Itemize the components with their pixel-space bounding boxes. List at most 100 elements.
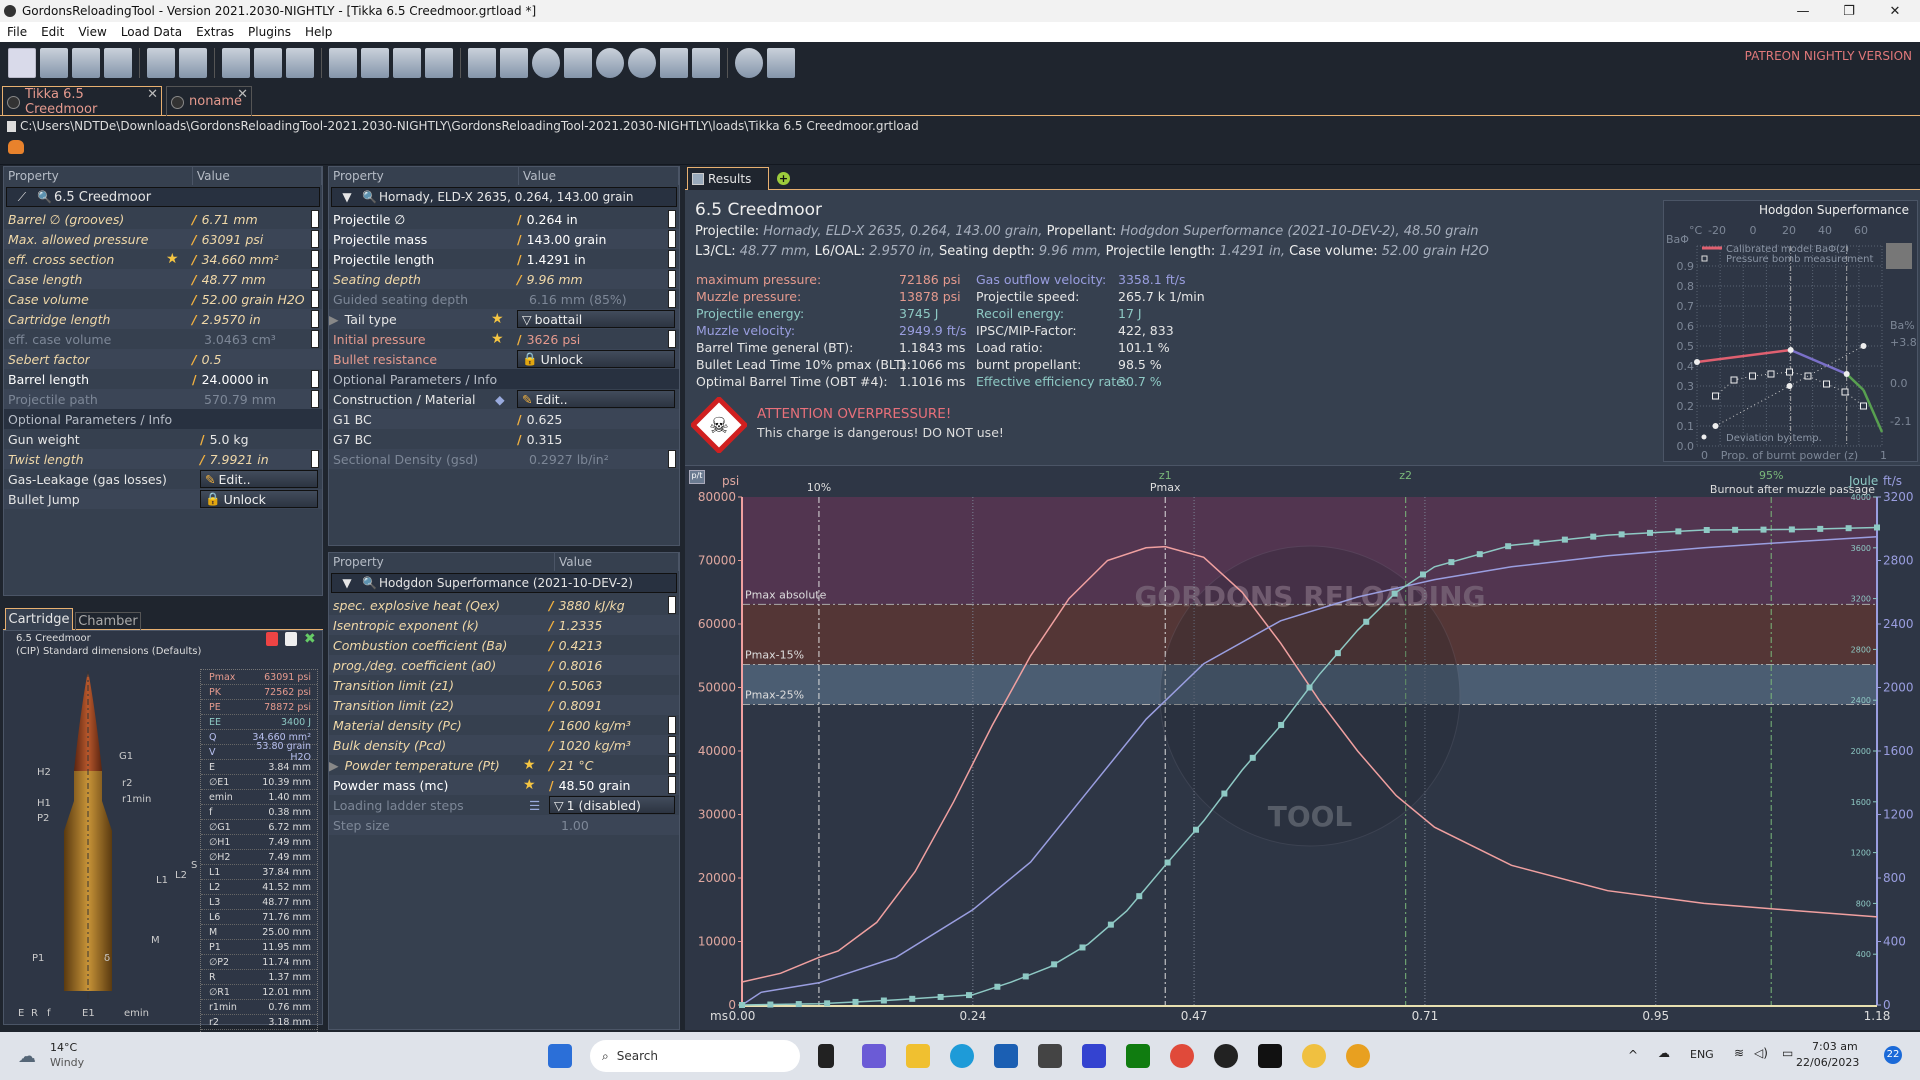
value-cell[interactable]: / 0.5063 xyxy=(549,678,602,693)
value-cell[interactable]: / 63091 psi xyxy=(192,232,263,247)
taskbar-search[interactable]: ⌕ Search xyxy=(590,1040,800,1072)
property-value[interactable]: 0.8091 xyxy=(559,698,603,713)
powder-icon[interactable] xyxy=(425,48,453,78)
unit-ruler-icon[interactable] xyxy=(311,270,319,288)
unit-ruler-icon[interactable] xyxy=(311,310,319,328)
star-icon[interactable]: ★ xyxy=(491,331,504,347)
property-value[interactable]: 34.660 mm² xyxy=(202,252,279,267)
property-value[interactable]: 63091 psi xyxy=(202,232,264,247)
property-value[interactable]: 2.9570 in xyxy=(202,312,261,327)
unlock-button[interactable]: 🔒 Unlock xyxy=(200,490,318,508)
star-icon[interactable]: ★ xyxy=(523,757,536,773)
unlock-button[interactable]: 🔒 Unlock xyxy=(517,350,675,368)
property-value[interactable]: 1.4291 in xyxy=(527,252,586,267)
property-row[interactable]: eff. case volume 3.0463 cm³ xyxy=(4,329,322,349)
property-value[interactable]: 21 °C xyxy=(559,758,594,773)
barrel-icon[interactable] xyxy=(532,48,560,78)
value-cell[interactable]: / 1.2335 xyxy=(549,618,602,633)
value-cell[interactable]: / 0.8016 xyxy=(549,658,602,673)
property-row[interactable]: Transition limit (z2) / 0.8091 xyxy=(329,695,679,715)
property-row[interactable]: Projectile mass / 143.00 grain xyxy=(329,229,679,249)
property-value[interactable]: 5.0 kg xyxy=(210,432,249,447)
target-icon[interactable] xyxy=(596,48,624,78)
teams-icon[interactable] xyxy=(862,1044,886,1068)
property-value[interactable]: 570.79 mm xyxy=(204,392,276,407)
property-row[interactable]: Projectile length / 1.4291 in xyxy=(329,249,679,269)
property-value[interactable]: 3626 psi xyxy=(527,332,581,347)
unit-ruler-icon[interactable] xyxy=(668,756,676,774)
report-icon[interactable] xyxy=(286,48,314,78)
property-value[interactable]: 0.5 xyxy=(202,352,222,367)
value-cell[interactable]: 0.2927 lb/in² xyxy=(517,452,609,467)
property-value[interactable]: 0.8016 xyxy=(559,658,603,673)
property-row[interactable]: Barrel length / 24.0000 in xyxy=(4,369,322,389)
property-row[interactable]: prog./deg. coefficient (a0) / 0.8016 xyxy=(329,655,679,675)
pdf-icon[interactable] xyxy=(266,632,278,646)
tab-noname[interactable]: noname ✕ xyxy=(166,86,252,116)
unit-ruler-icon[interactable] xyxy=(668,776,676,794)
property-value[interactable]: 0.264 in xyxy=(527,212,578,227)
unit-ruler-icon[interactable] xyxy=(668,330,676,348)
document-icon[interactable] xyxy=(285,632,297,646)
property-row[interactable]: Bulk density (Pcd) / 1020 kg/m³ xyxy=(329,735,679,755)
unit-ruler-icon[interactable] xyxy=(311,330,319,348)
value-cell[interactable]: / 5.0 kg xyxy=(200,432,249,447)
rifle-icon[interactable] xyxy=(329,48,357,78)
property-value[interactable]: 6.16 mm (85%) xyxy=(529,292,627,307)
settings-icon[interactable] xyxy=(735,48,763,78)
star-icon[interactable]: ★ xyxy=(166,251,179,267)
battery-icon[interactable]: ▭ xyxy=(1782,1046,1793,1060)
property-value[interactable]: 7.9921 in xyxy=(210,452,269,467)
property-value[interactable]: 3.0463 cm³ xyxy=(204,332,276,347)
property-row[interactable]: Initial pressure ★ / 3626 psi xyxy=(329,329,679,349)
unit-ruler-icon[interactable] xyxy=(311,390,319,408)
value-cell[interactable]: 570.79 mm xyxy=(192,392,276,407)
property-row[interactable]: Isentropic exponent (k) / 1.2335 xyxy=(329,615,679,635)
volume-icon[interactable]: ◁) xyxy=(1754,1046,1768,1060)
property-row[interactable]: Seating depth / 9.96 mm xyxy=(329,269,679,289)
close-tab-icon[interactable]: ✕ xyxy=(237,87,248,102)
case-icon[interactable] xyxy=(393,48,421,78)
value-cell[interactable]: / 48.50 grain xyxy=(549,778,630,793)
menu-extras[interactable]: Extras xyxy=(189,25,241,39)
powder-selector[interactable]: ▼ 🔍 Hodgdon Superformance (2021-10-DEV-2… xyxy=(331,573,677,593)
value-cell[interactable]: / 0.4213 xyxy=(549,638,602,653)
save-icon[interactable] xyxy=(147,48,175,78)
ladder-icon[interactable] xyxy=(660,48,688,78)
property-row[interactable]: ▶ Powder temperature (Pt) ★ / 21 °C xyxy=(329,755,679,775)
property-value[interactable]: 3880 kJ/kg xyxy=(559,598,625,613)
expand-icon[interactable]: ▶ xyxy=(329,312,339,327)
property-value[interactable]: 1.00 xyxy=(561,818,589,833)
tab-tikka[interactable]: Tikka 6.5 Creedmoor ✕ xyxy=(2,86,162,117)
chevron-up-icon[interactable]: ^ xyxy=(1628,1048,1638,1062)
property-value[interactable]: 48.77 mm xyxy=(202,272,266,287)
value-cell[interactable]: / 0.264 in xyxy=(517,212,578,227)
property-row[interactable]: Projectile path 570.79 mm xyxy=(4,389,322,409)
property-value[interactable]: 143.00 grain xyxy=(527,232,607,247)
property-row[interactable]: Sebert factor / 0.5 xyxy=(4,349,322,369)
close-tab-icon[interactable]: ✕ xyxy=(147,87,158,102)
open-folder-icon[interactable] xyxy=(40,48,68,78)
unit-ruler-icon[interactable] xyxy=(668,250,676,268)
menu-edit[interactable]: Edit xyxy=(34,25,71,39)
rifle-tool-icon[interactable] xyxy=(564,48,592,78)
unit-ruler-icon[interactable] xyxy=(311,290,319,308)
value-cell[interactable]: / 3880 kJ/kg xyxy=(549,598,625,613)
value-cell[interactable]: 1.00 xyxy=(549,818,589,833)
property-row[interactable]: Max. allowed pressure / 63091 psi xyxy=(4,229,322,249)
tab-results[interactable]: Results xyxy=(687,167,769,190)
star-icon[interactable]: ★ xyxy=(523,777,536,793)
property-value[interactable]: 52.00 grain H2O xyxy=(202,292,305,307)
property-row[interactable]: Guided seating depth 6.16 mm (85%) xyxy=(329,289,679,309)
unit-ruler-icon[interactable] xyxy=(668,450,676,468)
xbox-icon[interactable] xyxy=(1126,1044,1150,1068)
menu-load-data[interactable]: Load Data xyxy=(114,25,189,39)
property-row[interactable]: Case length / 48.77 mm xyxy=(4,269,322,289)
projectile-selector[interactable]: ▼ 🔍 Hornady, ELD-X 2635, 0.264, 143.00 g… xyxy=(331,187,677,207)
value-cell[interactable]: / 1020 kg/m³ xyxy=(549,738,631,753)
chart-icon[interactable] xyxy=(692,48,720,78)
unit-convert-icon[interactable] xyxy=(468,48,496,78)
property-value[interactable]: 1.2335 xyxy=(559,618,603,633)
clock-date[interactable]: 22/06/2023 xyxy=(1796,1056,1859,1069)
unit-ruler-icon[interactable] xyxy=(668,270,676,288)
